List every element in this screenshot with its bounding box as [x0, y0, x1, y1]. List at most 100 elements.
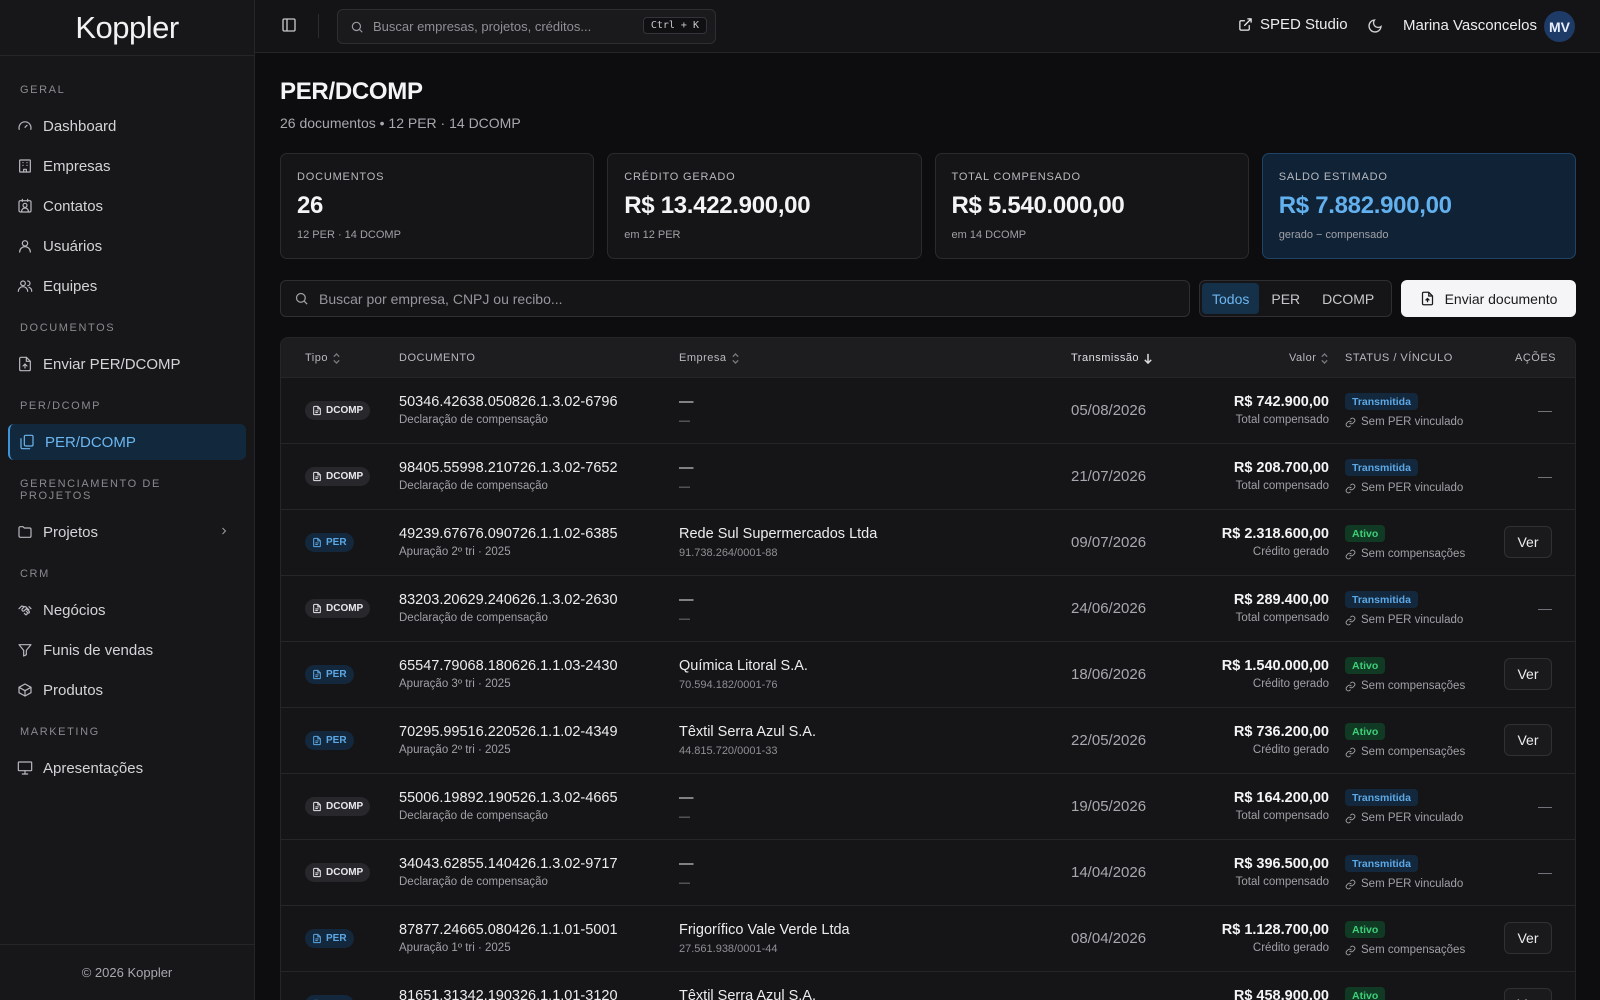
- sidebar-item-empresas[interactable]: Empresas: [8, 148, 246, 184]
- company-cnpj: 91.738.264/0001-88: [679, 547, 778, 559]
- link-icon: [1345, 747, 1356, 758]
- filter-per[interactable]: PER: [1261, 283, 1310, 314]
- status-badge: Ativo: [1345, 525, 1386, 542]
- document-description: Declaração de compensação: [399, 480, 548, 492]
- file-icon: [312, 801, 322, 812]
- document-description: Declaração de compensação: [399, 810, 548, 822]
- company-cnpj: —: [679, 877, 690, 889]
- sidebar-item-apresentacoes[interactable]: Apresentações: [8, 750, 246, 786]
- th-documento: DOCUMENTO: [399, 352, 476, 364]
- filter-todos[interactable]: Todos: [1202, 283, 1260, 314]
- stat-value: R$ 13.422.900,00: [624, 192, 811, 219]
- th-valor-label: Valor: [1289, 352, 1317, 364]
- link-status: Sem PER vinculado: [1345, 482, 1463, 494]
- table-row[interactable]: DCOMP 83203.20629.240626.1.3.02-2630 Decla…: [281, 576, 1575, 642]
- sidebar-item-label: Projetos: [43, 523, 99, 541]
- topbar: Ctrl + K SPED Studio Marina Vasconcelos …: [255, 0, 1600, 53]
- type-badge: DCOMP: [305, 599, 371, 618]
- type-label: PER: [326, 537, 347, 548]
- document-description: Declaração de compensação: [399, 876, 548, 888]
- sidebar-item-funis-de-vendas[interactable]: Funis de vendas: [8, 632, 246, 668]
- filter-dcomp[interactable]: DCOMP: [1312, 283, 1384, 314]
- no-action: —: [1538, 402, 1552, 418]
- th-transmissao[interactable]: Transmissão: [1071, 352, 1153, 364]
- type-label: DCOMP: [326, 405, 364, 416]
- th-empresa[interactable]: Empresa: [679, 352, 740, 364]
- send-document-label: Enviar documento: [1444, 290, 1558, 307]
- sped-studio-link[interactable]: SPED Studio: [1238, 16, 1348, 33]
- sidebar-toggle-icon[interactable]: [281, 17, 297, 33]
- status-badge: Transmitida: [1345, 459, 1418, 476]
- moon-icon[interactable]: [1367, 18, 1383, 34]
- table-row[interactable]: DCOMP 98405.55998.210726.1.3.02-7652 Decla…: [281, 444, 1575, 510]
- view-button[interactable]: Ver: [1504, 526, 1552, 558]
- filter-icon: [17, 642, 33, 658]
- table-search[interactable]: [280, 280, 1190, 317]
- link-status: Sem compensações: [1345, 548, 1465, 560]
- table-search-input[interactable]: [319, 290, 1159, 307]
- external-link-icon: [1238, 17, 1253, 32]
- link-icon: [1345, 417, 1356, 428]
- sidebar-item-per-dcomp[interactable]: PER/DCOMP: [8, 424, 246, 460]
- stat-card-total-compensado: TOTAL COMPENSADO R$ 5.540.000,00 em 14 DCO…: [934, 153, 1249, 259]
- sidebar-item-label: Contatos: [43, 197, 104, 215]
- sidebar-item-label: Empresas: [43, 157, 111, 175]
- sort-icon: [1320, 352, 1329, 364]
- view-button[interactable]: Ver: [1504, 658, 1552, 690]
- view-button[interactable]: Ver: [1504, 724, 1552, 756]
- sidebar-item-projetos[interactable]: Projetos: [8, 514, 246, 550]
- stat-label: SALDO ESTIMADO: [1278, 171, 1388, 183]
- send-document-button[interactable]: Enviar documento: [1401, 280, 1576, 317]
- avatar[interactable]: MV: [1544, 11, 1575, 42]
- user-name[interactable]: Marina Vasconcelos: [1403, 17, 1537, 34]
- th-valor[interactable]: Valor: [1289, 352, 1329, 364]
- sidebar-item-usuarios[interactable]: Usuários: [8, 228, 246, 264]
- transmission-date: 14/04/2026: [1071, 864, 1147, 881]
- arrow-down-icon: [1143, 353, 1153, 364]
- table-row[interactable]: PER 65547.79068.180626.1.1.03-2430 Apuraçã…: [281, 642, 1575, 708]
- sidebar-nav: GERAL Dashboard Empresas Contatos Usuários Eq…: [0, 56, 254, 786]
- file-icon: [312, 669, 322, 680]
- table-header: Tipo DOCUMENTO Empresa Transmissão Valor…: [281, 338, 1575, 378]
- type-label: DCOMP: [326, 801, 364, 812]
- value-caption: Crédito gerado: [1252, 678, 1329, 690]
- type-badge: DCOMP: [305, 401, 371, 420]
- value-caption: Total compensado: [1235, 414, 1329, 426]
- link-status-label: Sem compensações: [1361, 944, 1466, 956]
- sidebar-item-dashboard[interactable]: Dashboard: [8, 108, 246, 144]
- sidebar-item-produtos[interactable]: Produtos: [8, 672, 246, 708]
- view-button[interactable]: Ver: [1504, 988, 1552, 1000]
- table-row[interactable]: DCOMP 55006.19892.190526.1.3.02-4665 Decla…: [281, 774, 1575, 840]
- table-row[interactable]: PER 87877.24665.080426.1.1.01-5001 Apuraçã…: [281, 906, 1575, 972]
- table-row[interactable]: DCOMP 50346.42638.050826.1.3.02-6796 Decla…: [281, 378, 1575, 444]
- link-status-label: Sem PER vinculado: [1361, 416, 1464, 428]
- company-name: —: [679, 790, 694, 806]
- sidebar-item-label: Equipes: [43, 277, 98, 295]
- th-tipo-label: Tipo: [305, 352, 328, 364]
- file-icon: [312, 405, 322, 416]
- table-row[interactable]: PER 49239.67676.090726.1.1.02-6385 Apuraçã…: [281, 510, 1575, 576]
- view-button[interactable]: Ver: [1504, 922, 1552, 954]
- company-cnpj: —: [679, 613, 690, 625]
- global-search-input[interactable]: [373, 19, 643, 34]
- sidebar-item-equipes[interactable]: Equipes: [8, 268, 246, 304]
- sidebar-item-label: Funis de vendas: [43, 641, 154, 659]
- table-row[interactable]: DCOMP 34043.62855.140426.1.3.02-9717 Decla…: [281, 840, 1575, 906]
- sidebar-item-contatos[interactable]: Contatos: [8, 188, 246, 224]
- global-search[interactable]: Ctrl + K: [337, 9, 716, 44]
- table-row[interactable]: PER 81651.31342.190326.1.1.01-3120 Têxtil …: [281, 972, 1575, 1000]
- transmission-date: 22/05/2026: [1071, 732, 1147, 749]
- sidebar-item-label: Produtos: [43, 681, 104, 699]
- th-tipo[interactable]: Tipo: [305, 352, 341, 364]
- stat-sub: gerado − compensado: [1278, 229, 1389, 241]
- sidebar-item-enviar-per-dcomp[interactable]: Enviar PER/DCOMP: [8, 346, 246, 382]
- app-logo[interactable]: Koppler: [0, 0, 254, 56]
- table-row[interactable]: PER 70295.99516.220526.1.1.02-4349 Apuraçã…: [281, 708, 1575, 774]
- presentation-icon: [17, 760, 33, 776]
- document-number: 34043.62855.140426.1.3.02-9717: [399, 856, 618, 872]
- sidebar-item-negocios[interactable]: Negócios: [8, 592, 246, 628]
- link-icon: [1345, 549, 1356, 560]
- company-name: Química Litoral S.A.: [679, 658, 808, 674]
- building-icon: [17, 158, 33, 174]
- value-caption: Total compensado: [1235, 480, 1329, 492]
